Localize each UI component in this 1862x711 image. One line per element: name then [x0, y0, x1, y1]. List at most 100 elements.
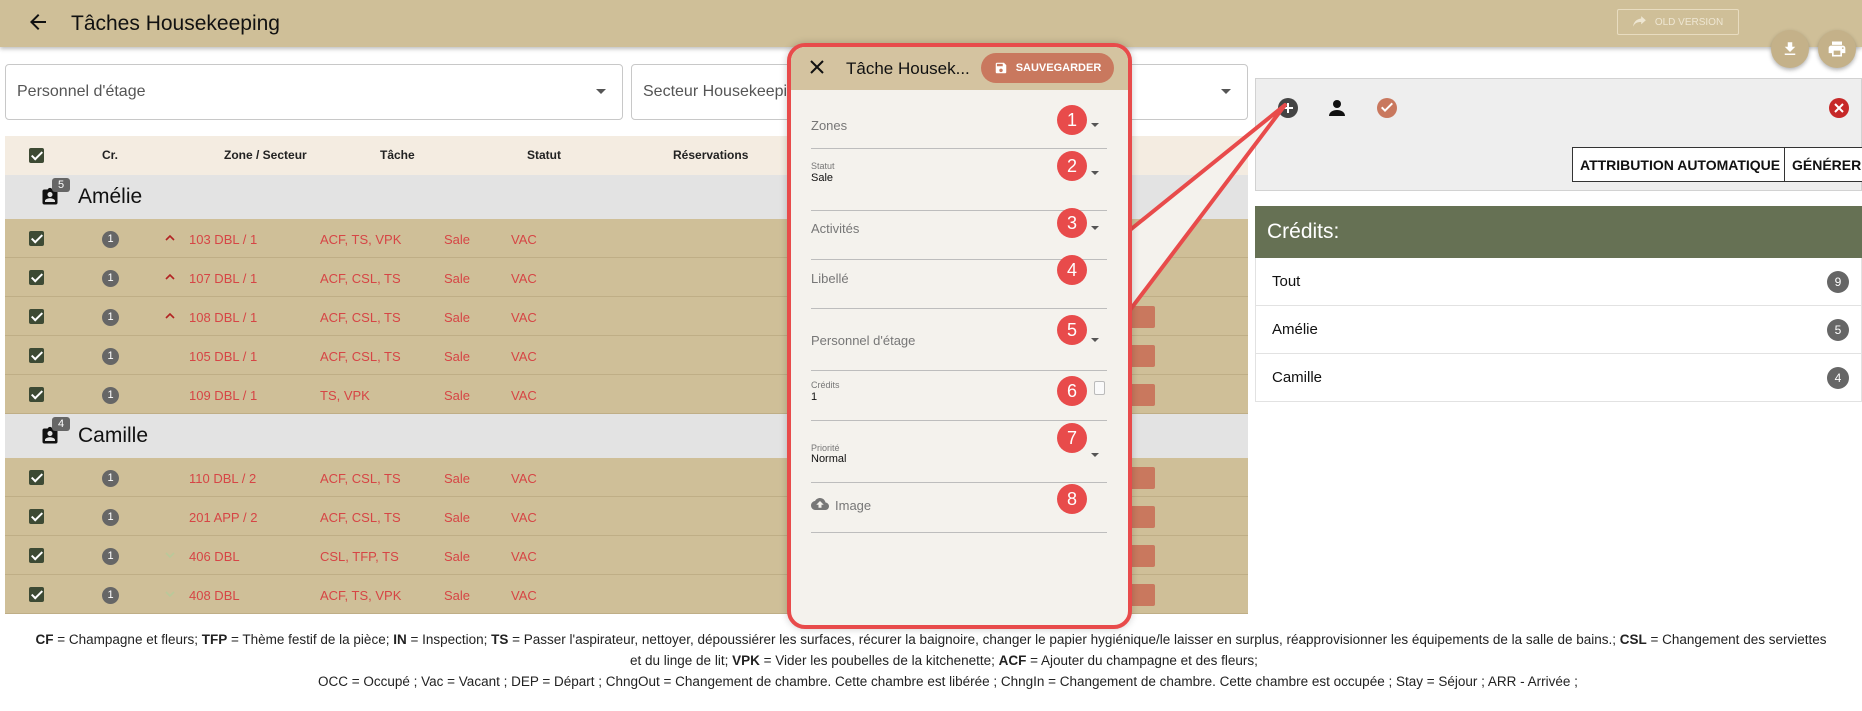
- zone-cell: 406 DBL: [189, 549, 240, 564]
- personnel-field[interactable]: Personnel d'étage 5: [811, 309, 1107, 371]
- credit-name: Amélie: [1272, 321, 1318, 338]
- row-checkbox[interactable]: [29, 309, 44, 324]
- share-arrow-icon: [1632, 16, 1646, 27]
- person-icon[interactable]: [1325, 96, 1349, 120]
- status-cell: Sale: [444, 349, 471, 364]
- chevron-up-icon: [165, 312, 175, 319]
- credits-field[interactable]: Crédits 1 6: [811, 371, 1107, 421]
- status-cell: Sale: [444, 310, 471, 325]
- close-icon[interactable]: [809, 59, 825, 75]
- reservation-cell: VAC: [511, 510, 537, 525]
- col-status[interactable]: Statut: [527, 148, 561, 162]
- row-checkbox[interactable]: [29, 587, 44, 602]
- download-button[interactable]: [1771, 30, 1809, 68]
- libelle-label: Libellé: [811, 271, 849, 286]
- col-reservations[interactable]: Réservations: [673, 148, 748, 162]
- credit-badge: 1: [102, 470, 119, 487]
- zone-cell: 109 DBL / 1: [189, 388, 258, 403]
- personnel-select[interactable]: Personnel d'étage: [5, 64, 623, 120]
- chevron-down-icon: [1091, 338, 1099, 342]
- modal-title: Tâche Housek...: [846, 59, 970, 78]
- activites-field[interactable]: Activités 3: [811, 208, 1107, 260]
- image-field[interactable]: Image 8: [811, 483, 1107, 533]
- activites-label: Activités: [811, 221, 860, 236]
- credit-row-amelie[interactable]: Amélie 5: [1255, 306, 1862, 354]
- back-arrow-icon[interactable]: [26, 10, 50, 34]
- reservation-cell: VAC: [511, 349, 537, 364]
- task-cell: ACF, TS, VPK: [320, 232, 402, 247]
- priorite-label: Priorité: [811, 443, 840, 453]
- check-circle-icon[interactable]: [1375, 96, 1399, 120]
- zones-field[interactable]: Zones 1: [811, 102, 1107, 149]
- legend-line-2: et du linge de lit; VPK = Vider les poub…: [630, 653, 1258, 668]
- task-cell: ACF, CSL, TS: [320, 510, 401, 525]
- credit-count: 4: [1827, 367, 1849, 389]
- priorite-value: Normal: [811, 453, 847, 465]
- auto-assign-button[interactable]: ATTRIBUTION AUTOMATIQUE: [1572, 147, 1789, 182]
- row-checkbox[interactable]: [29, 470, 44, 485]
- chevron-up-icon: [165, 234, 175, 241]
- row-checkbox[interactable]: [29, 548, 44, 563]
- step-badge: 1: [1057, 105, 1087, 135]
- page-title: Tâches Housekeeping: [71, 12, 280, 35]
- old-version-button[interactable]: OLD VERSION: [1617, 9, 1739, 35]
- statut-field[interactable]: Statut Sale 2: [811, 149, 1107, 211]
- row-checkbox[interactable]: [29, 231, 44, 246]
- credit-row-all[interactable]: Tout 9: [1255, 258, 1862, 306]
- credit-badge: 1: [102, 587, 119, 604]
- task-cell: CSL, TFP, TS: [320, 549, 399, 564]
- step-badge: 8: [1057, 484, 1087, 514]
- personnel-select-label: Personnel d'étage: [17, 83, 146, 100]
- step-badge: 7: [1057, 423, 1087, 453]
- zone-cell: 108 DBL / 1: [189, 310, 258, 325]
- row-checkbox[interactable]: [29, 270, 44, 285]
- close-circle-icon[interactable]: [1827, 96, 1851, 120]
- col-cr[interactable]: Cr.: [102, 148, 118, 162]
- credit-badge: 1: [102, 270, 119, 287]
- step-badge: 3: [1057, 208, 1087, 238]
- status-cell: Sale: [444, 549, 471, 564]
- group-count-badge: 5: [52, 178, 70, 192]
- save-label: SAUVEGARDER: [1015, 62, 1102, 74]
- chevron-down-icon: [1091, 123, 1099, 127]
- credits-value: 1: [811, 391, 818, 403]
- col-task[interactable]: Tâche: [380, 148, 415, 162]
- reservation-cell: VAC: [511, 310, 537, 325]
- credit-count: 9: [1827, 271, 1849, 293]
- priorite-field[interactable]: Priorité Normal 7: [811, 421, 1107, 483]
- save-button[interactable]: SAUVEGARDER: [981, 53, 1114, 83]
- number-spinner[interactable]: [1094, 381, 1105, 395]
- credit-row-camille[interactable]: Camille 4: [1255, 354, 1862, 402]
- print-button[interactable]: [1818, 30, 1856, 68]
- reservation-cell: VAC: [511, 549, 537, 564]
- row-checkbox[interactable]: [29, 387, 44, 402]
- reservation-cell: VAC: [511, 232, 537, 247]
- status-cell: Sale: [444, 271, 471, 286]
- credit-badge: 1: [102, 387, 119, 404]
- step-badge: 6: [1057, 376, 1087, 406]
- chevron-down-icon: [1091, 226, 1099, 230]
- task-cell: ACF, CSL, TS: [320, 271, 401, 286]
- row-checkbox[interactable]: [29, 509, 44, 524]
- row-checkbox[interactable]: [29, 348, 44, 363]
- zone-cell: 103 DBL / 1: [189, 232, 258, 247]
- legend-line-3: OCC = Occupé ; Vac = Vacant ; DEP = Dépa…: [318, 674, 1578, 689]
- step-badge: 4: [1057, 255, 1087, 285]
- step-badge: 2: [1057, 151, 1087, 181]
- group-name: Camille: [78, 424, 149, 447]
- generate-button[interactable]: GÉNÉRER: [1784, 147, 1862, 182]
- print-icon: [1828, 41, 1846, 57]
- group-name: Amélie: [78, 185, 143, 208]
- add-circle-icon[interactable]: [1276, 96, 1300, 120]
- reservation-cell: VAC: [511, 588, 537, 603]
- chevron-down-icon: [596, 89, 606, 94]
- legend-line-1: CF = Champagne et fleurs; TFP = Thème fe…: [35, 632, 1827, 647]
- libelle-field[interactable]: Libellé 4: [811, 255, 1107, 309]
- status-cell: Sale: [444, 232, 471, 247]
- chevron-down-icon: [1221, 89, 1231, 94]
- top-bar: Tâches Housekeeping OLD VERSION: [0, 0, 1862, 47]
- chevron-down-icon: [1091, 171, 1099, 175]
- col-zone[interactable]: Zone / Secteur: [224, 148, 307, 162]
- select-all-checkbox[interactable]: [29, 148, 44, 163]
- statut-label: Statut: [811, 161, 835, 171]
